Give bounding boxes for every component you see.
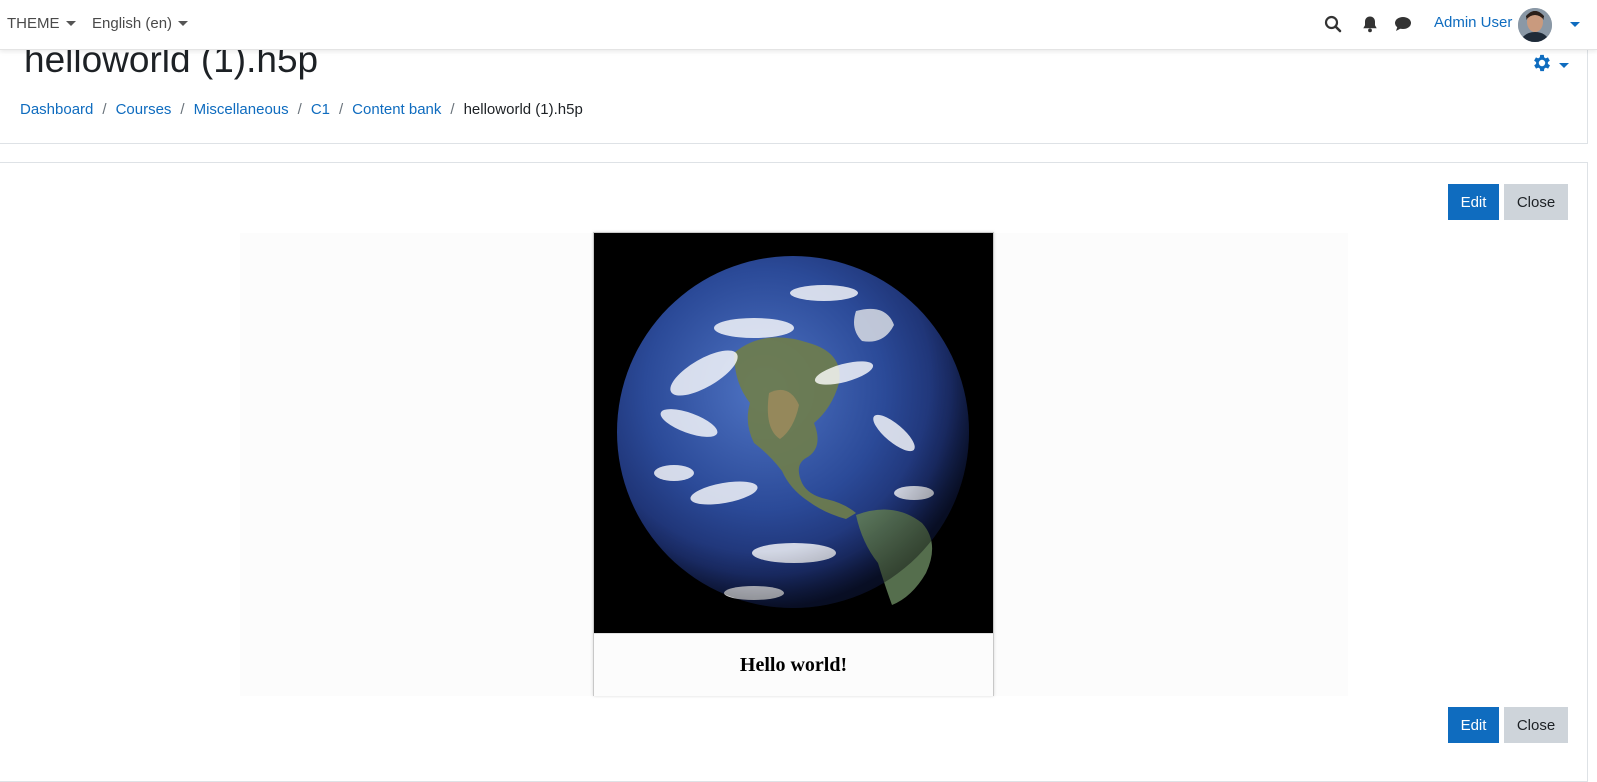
language-dropdown[interactable]: English (en) <box>92 15 189 32</box>
breadcrumb-current: helloworld (1).h5p <box>463 101 583 118</box>
language-label: English (en) <box>92 15 173 32</box>
chevron-down-icon <box>65 21 76 26</box>
earth-image <box>594 233 993 633</box>
edit-button[interactable]: Edit <box>1448 184 1499 220</box>
breadcrumb-separator: / <box>180 101 185 118</box>
breadcrumb-miscellaneous[interactable]: Miscellaneous <box>194 100 289 120</box>
h5p-caption: Hello world! <box>594 633 993 696</box>
breadcrumb-separator: / <box>450 101 455 118</box>
breadcrumb-c1[interactable]: C1 <box>311 100 330 120</box>
chevron-down-icon <box>1559 63 1569 68</box>
search-icon[interactable] <box>1324 15 1342 38</box>
top-navbar: THEME English (en) Admin User <box>0 0 1597 50</box>
breadcrumb-courses[interactable]: Courses <box>116 100 172 120</box>
breadcrumb-content-bank[interactable]: Content bank <box>352 100 441 120</box>
settings-menu[interactable] <box>1531 52 1569 79</box>
user-menu-name[interactable]: Admin User <box>1434 14 1512 31</box>
avatar[interactable] <box>1518 8 1552 42</box>
chat-icon[interactable] <box>1394 15 1412 38</box>
breadcrumb: Dashboard / Courses / Miscellaneous / C1… <box>20 100 583 120</box>
breadcrumb-separator: / <box>102 101 107 118</box>
gear-icon <box>1531 52 1553 79</box>
bell-icon[interactable] <box>1362 15 1378 38</box>
h5p-image-card: Hello world! <box>593 232 994 696</box>
chevron-down-icon[interactable] <box>1570 22 1580 27</box>
theme-dropdown[interactable]: THEME <box>7 15 76 32</box>
breadcrumb-separator: / <box>297 101 302 118</box>
breadcrumb-separator: / <box>339 101 344 118</box>
edit-button[interactable]: Edit <box>1448 707 1499 743</box>
chevron-down-icon <box>178 21 189 26</box>
close-button[interactable]: Close <box>1504 184 1568 220</box>
breadcrumb-dashboard[interactable]: Dashboard <box>20 100 93 120</box>
close-button[interactable]: Close <box>1504 707 1568 743</box>
theme-label: THEME <box>7 15 60 32</box>
